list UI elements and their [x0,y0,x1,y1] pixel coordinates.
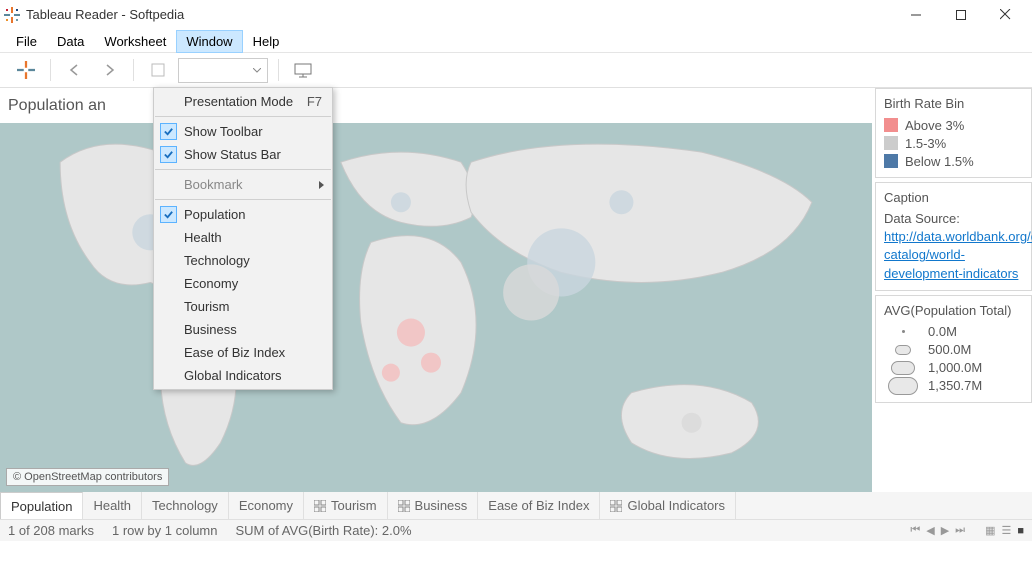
dashboard-icon [398,500,410,512]
forward-button[interactable] [95,56,123,84]
size-select[interactable] [178,58,268,83]
birth-rate-legend: Birth Rate Bin Above 3%1.5-3%Below 1.5% [875,88,1032,178]
stop-icon[interactable]: ■ [1017,525,1024,537]
menu-help[interactable]: Help [243,30,290,53]
dashboard-icon [314,500,326,512]
legend-item[interactable]: Above 3% [884,116,1023,134]
menu-item-tourism[interactable]: Tourism [154,295,332,318]
legend-item[interactable]: 1.5-3% [884,134,1023,152]
check-icon [160,123,177,140]
menu-item-ease-of-biz-index[interactable]: Ease of Biz Index [154,341,332,364]
color-swatch [884,118,898,132]
caption-card: Caption Data Source: http://data.worldba… [875,182,1032,291]
status-layout: 1 row by 1 column [112,523,218,538]
content-area: Population an © OpenStreetMap contributo… [0,88,1032,492]
size-legend-item: 1,350.7M [884,377,1023,395]
titlebar: Tableau Reader - Softpedia [0,0,1032,30]
caption-title: Caption [884,190,1023,205]
size-legend: AVG(Population Total) 0.0M500.0M1,000.0M… [875,295,1032,403]
tab-tourism[interactable]: Tourism [304,492,388,519]
list-view-icon[interactable]: ☰ [1001,524,1011,537]
first-icon[interactable]: ⏮ [910,524,920,537]
tab-ease-of-biz-index[interactable]: Ease of Biz Index [478,492,600,519]
legend-title: Birth Rate Bin [884,96,1023,111]
caption-link[interactable]: http://data.worldbank.org/data-catalog/w… [884,229,1032,280]
save-button[interactable] [144,56,172,84]
close-button[interactable] [983,0,1028,30]
size-bubble-icon [891,361,915,375]
menu-window[interactable]: Window [176,30,242,53]
world-map-icon [0,123,872,492]
menu-item-population[interactable]: Population [154,203,332,226]
menu-file[interactable]: File [6,30,47,53]
tab-technology[interactable]: Technology [142,492,229,519]
menu-item-presentation-mode[interactable]: Presentation ModeF7 [154,90,332,113]
tab-economy[interactable]: Economy [229,492,304,519]
tab-population[interactable]: Population [0,492,83,519]
menu-item-health[interactable]: Health [154,226,332,249]
menu-item-business[interactable]: Business [154,318,332,341]
app-icon [4,7,20,23]
menu-item-bookmark[interactable]: Bookmark [154,173,332,196]
tab-business[interactable]: Business [388,492,479,519]
menu-worksheet[interactable]: Worksheet [94,30,176,53]
prev-icon[interactable]: ◀ [926,524,934,537]
viz-title: Population an [0,88,872,123]
size-legend-item: 1,000.0M [884,359,1023,377]
statusbar: 1 of 208 marks 1 row by 1 column SUM of … [0,519,1032,541]
check-icon [160,206,177,223]
size-legend-item: 0.0M [884,323,1023,341]
menubar: FileDataWorksheetWindowHelp [0,30,1032,52]
map-viz[interactable]: Population an © OpenStreetMap contributo… [0,88,872,492]
menu-item-economy[interactable]: Economy [154,272,332,295]
tab-global-indicators[interactable]: Global Indicators [600,492,736,519]
size-legend-title: AVG(Population Total) [884,303,1023,318]
size-bubble-icon [888,377,918,395]
tab-health[interactable]: Health [83,492,142,519]
dashboard-icon [610,500,622,512]
maximize-button[interactable] [938,0,983,30]
size-bubble-icon [902,330,905,333]
back-button[interactable] [61,56,89,84]
toolbar [0,52,1032,88]
presentation-button[interactable] [289,56,317,84]
menu-data[interactable]: Data [47,30,94,53]
window-menu-dropdown: Presentation ModeF7 Show ToolbarShow Stat… [153,87,333,390]
minimize-button[interactable] [893,0,938,30]
next-icon[interactable]: ▶ [941,524,949,537]
color-swatch [884,154,898,168]
window-title: Tableau Reader - Softpedia [26,7,184,22]
grid-view-icon[interactable]: ▦ [985,524,995,537]
logo-button[interactable] [12,56,40,84]
status-nav-icons: ⏮ ◀ ▶ ⏭ ▦ ☰ ■ [910,524,1024,537]
menu-item-technology[interactable]: Technology [154,249,332,272]
side-panel: Birth Rate Bin Above 3%1.5-3%Below 1.5% … [872,88,1032,492]
color-swatch [884,136,898,150]
menu-item-show-toolbar[interactable]: Show Toolbar [154,120,332,143]
size-legend-item: 500.0M [884,341,1023,359]
map-attribution: © OpenStreetMap contributors [6,468,169,486]
caption-text: Data Source: http://data.worldbank.org/d… [884,210,1023,283]
status-marks: 1 of 208 marks [8,523,94,538]
menu-item-global-indicators[interactable]: Global Indicators [154,364,332,387]
menu-item-show-status-bar[interactable]: Show Status Bar [154,143,332,166]
legend-item[interactable]: Below 1.5% [884,152,1023,170]
status-agg: SUM of AVG(Birth Rate): 2.0% [236,523,412,538]
size-bubble-icon [895,345,911,355]
sheet-tabs: PopulationHealthTechnologyEconomyTourism… [0,492,1032,519]
check-icon [160,146,177,163]
last-icon[interactable]: ⏭ [955,524,965,537]
